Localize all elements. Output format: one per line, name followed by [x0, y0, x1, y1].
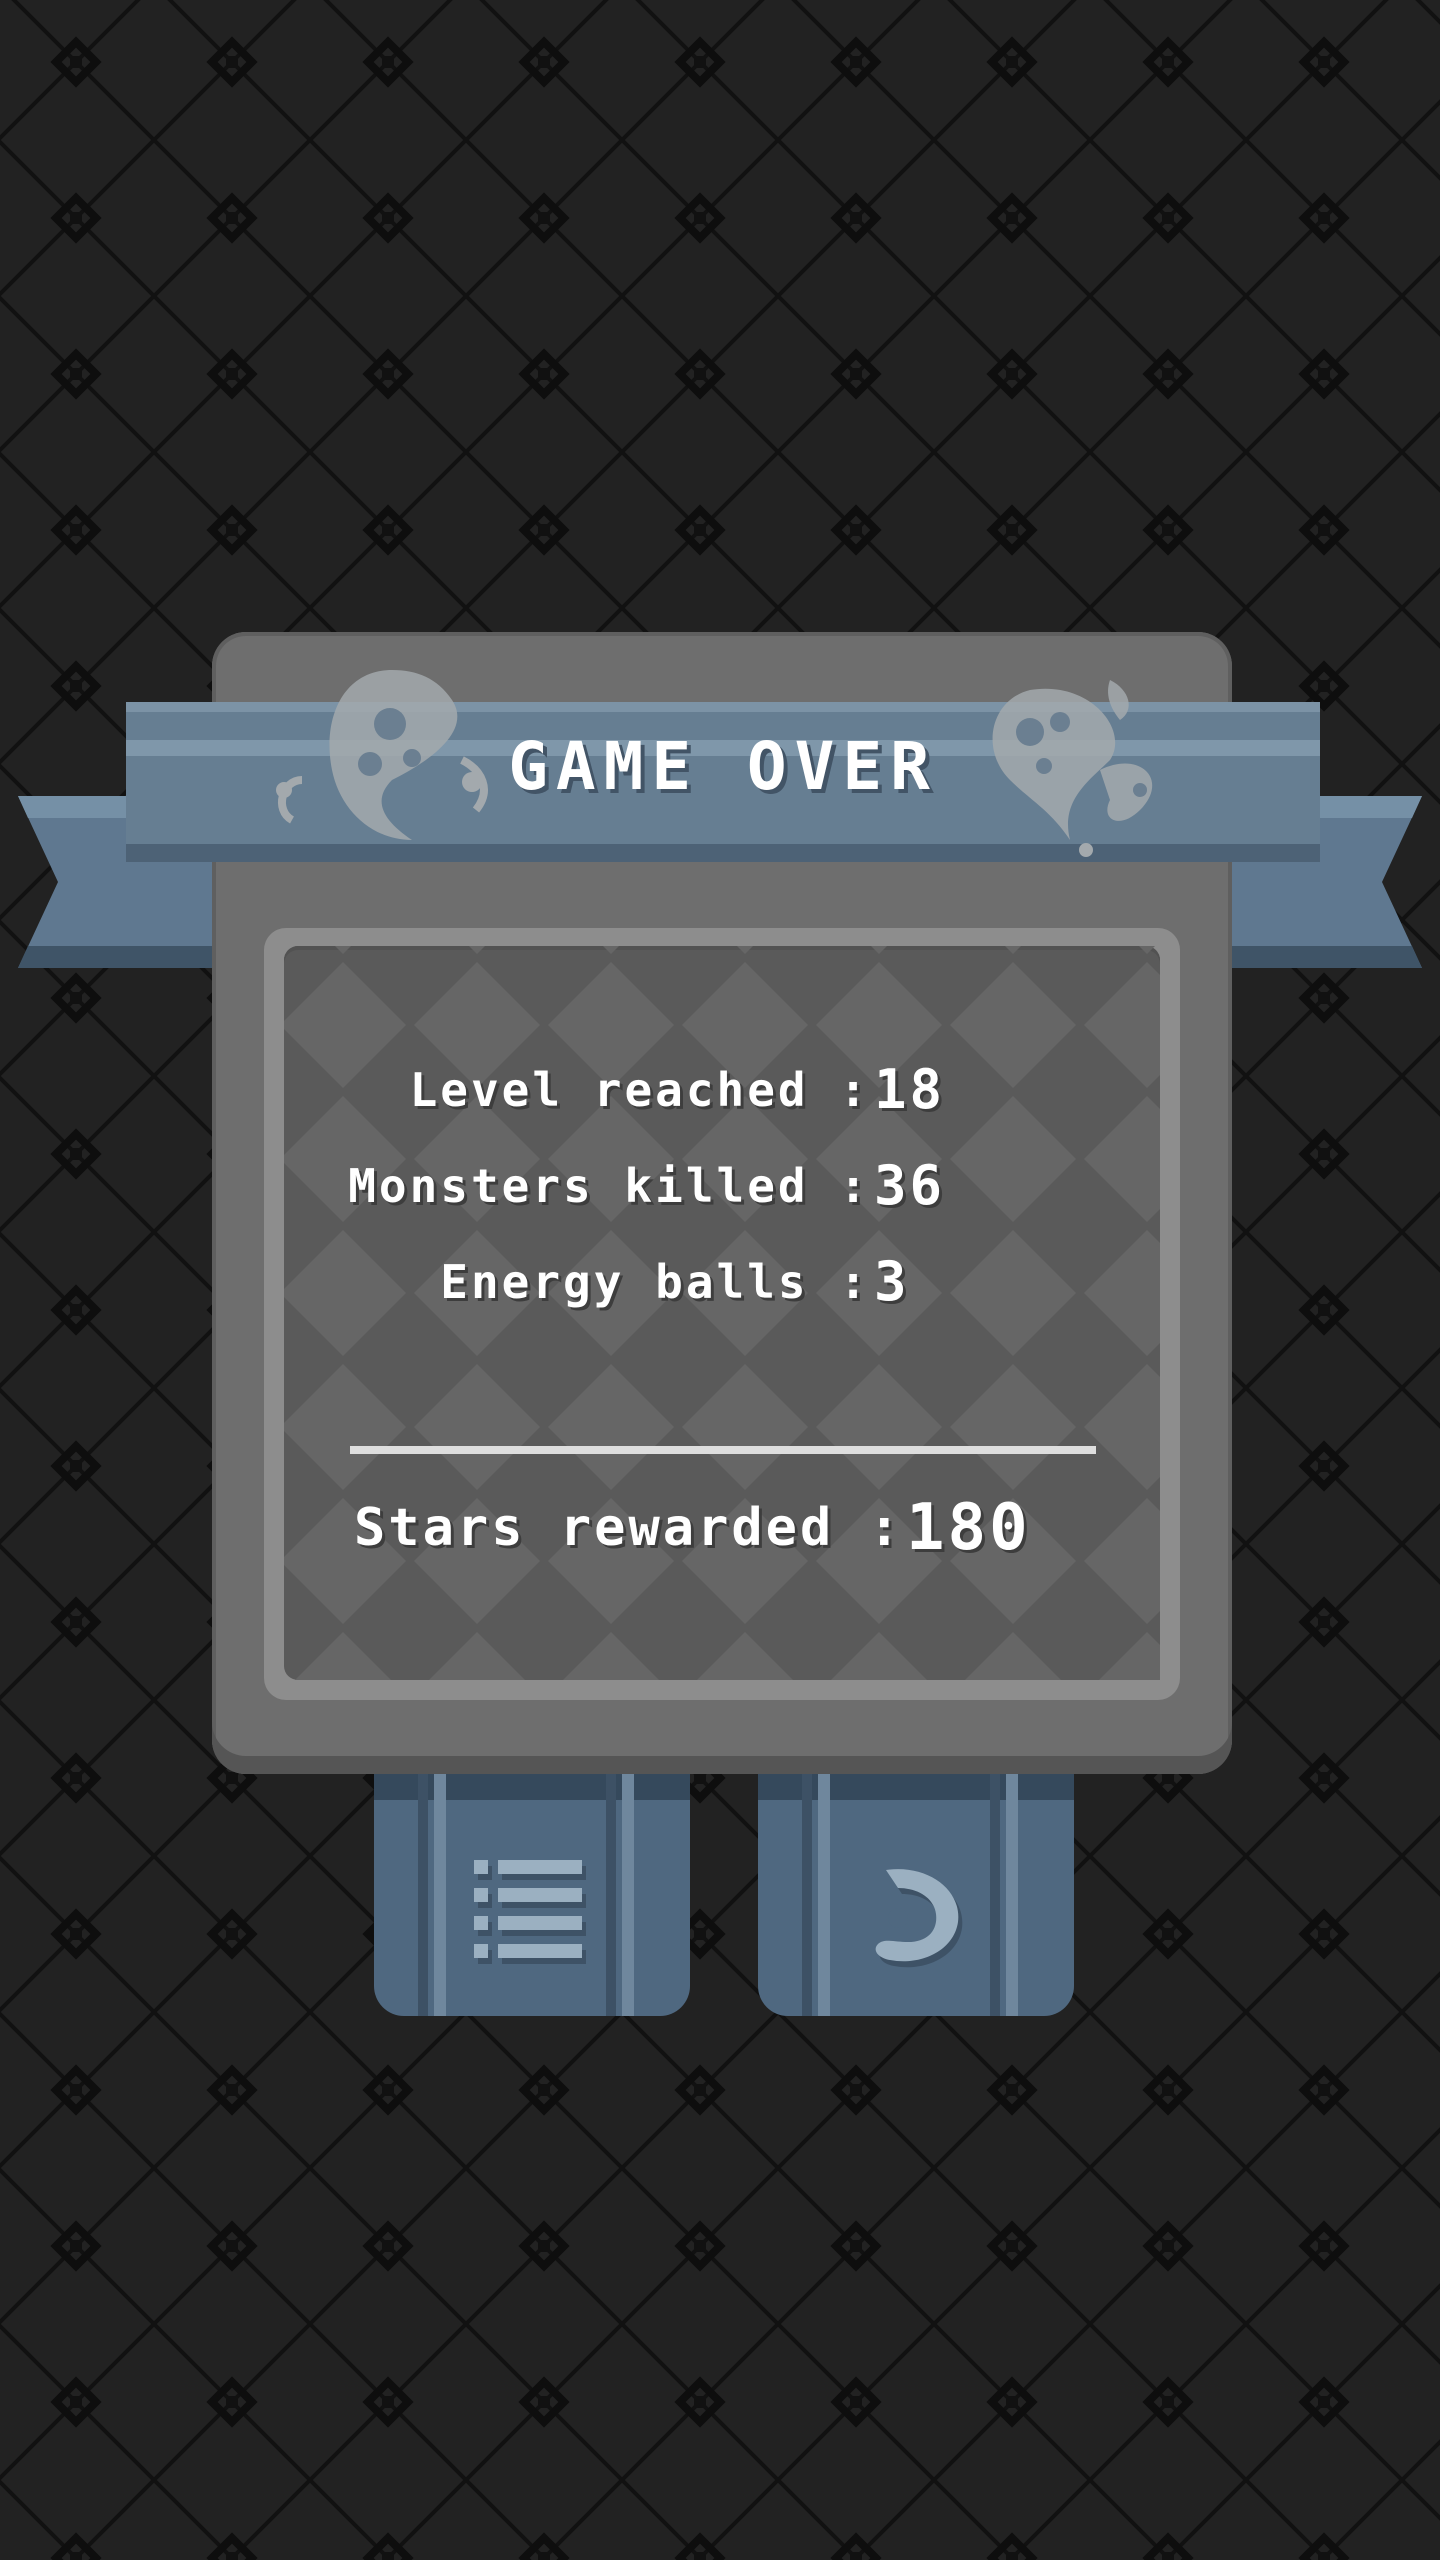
stars-rewarded-label: Stars rewarded : — [354, 1498, 903, 1558]
stat-value-energy: 3 — [874, 1250, 910, 1313]
game-over-title: GAME OVER — [508, 728, 938, 805]
button-stripe — [818, 1774, 830, 2016]
button-stripe — [434, 1774, 446, 2016]
button-stripe — [1006, 1774, 1018, 2016]
stars-rewarded-value: 180 — [906, 1491, 1031, 1565]
button-stripe — [990, 1774, 1000, 2016]
button-stripe — [802, 1774, 812, 2016]
stat-label-level: Level reached : — [409, 1063, 870, 1117]
next-button[interactable] — [758, 1774, 1074, 2016]
menu-button[interactable] — [374, 1774, 690, 2016]
stat-value-monsters: 36 — [874, 1154, 946, 1217]
stats-divider — [350, 1446, 1096, 1454]
button-stripe — [418, 1774, 428, 2016]
list-icon — [474, 1860, 586, 1964]
button-stripe — [606, 1774, 616, 2016]
stat-value-level: 18 — [874, 1058, 946, 1121]
stat-label-monsters: Monsters killed : — [348, 1159, 870, 1213]
stat-label-energy: Energy balls : — [440, 1255, 870, 1309]
swirl-arrow-icon — [875, 1869, 963, 1968]
button-stripe — [622, 1774, 634, 2016]
